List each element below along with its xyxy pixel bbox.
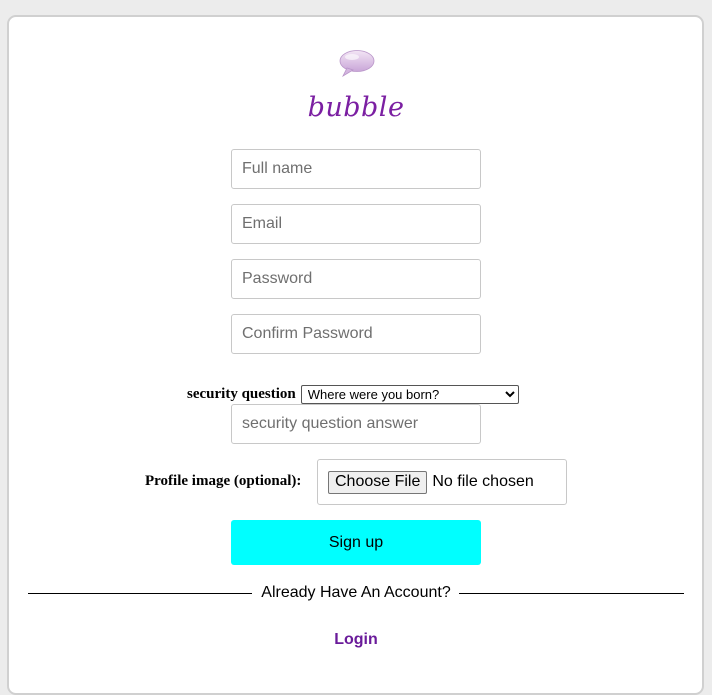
login-link[interactable]: Login	[0, 631, 712, 649]
password-input[interactable]	[231, 259, 481, 299]
full-name-input[interactable]	[231, 149, 481, 189]
security-question-row: security question Where were you born?	[187, 385, 519, 404]
divider-line-left	[28, 593, 252, 594]
security-answer-input[interactable]	[231, 404, 481, 444]
choose-file-button[interactable]: Choose File	[328, 470, 428, 494]
already-have-account-text: Already Have An Account?	[261, 584, 451, 601]
sign-up-button[interactable]: Sign up	[231, 520, 481, 565]
speech-bubble-icon	[339, 50, 375, 77]
profile-image-file-input[interactable]: Choose File No file chosen	[317, 459, 567, 505]
file-status-text: No file chosen	[432, 473, 534, 490]
email-input[interactable]	[231, 204, 481, 244]
security-question-label: security question	[187, 386, 296, 402]
profile-image-label: Profile image (optional):	[145, 473, 302, 489]
security-question-select[interactable]: Where were you born?	[300, 385, 519, 404]
divider-line-right	[459, 593, 684, 594]
confirm-password-input[interactable]	[231, 314, 481, 354]
brand-name: bubble	[307, 92, 405, 123]
